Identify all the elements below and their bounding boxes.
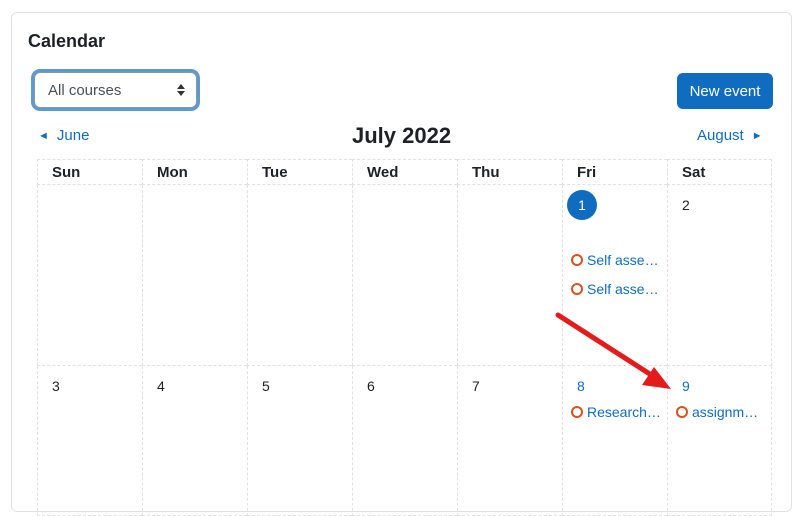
weekday-sun: Sun	[37, 159, 142, 185]
event-title: Self asse…	[587, 252, 659, 268]
day-cell-4[interactable]: 4	[142, 366, 247, 516]
day-cell-empty	[247, 185, 352, 366]
event-link[interactable]: Research…	[571, 404, 661, 420]
weekday-fri: Fri	[562, 159, 667, 185]
next-month-label: August	[697, 127, 744, 144]
day-cell-5[interactable]: 5	[247, 366, 352, 516]
event-link[interactable]: assignm…	[676, 404, 758, 420]
today-day-number[interactable]: 1	[567, 190, 597, 220]
day-cell-empty	[352, 185, 457, 366]
week-row: 1 Self asse… Self asse… 2	[37, 185, 772, 366]
day-cell-9[interactable]: 9 assignm…	[667, 366, 772, 516]
current-month-title: July 2022	[352, 123, 452, 148]
day-number-link[interactable]: 8	[577, 378, 585, 394]
event-title: Research…	[587, 404, 661, 420]
weekday-mon: Mon	[142, 159, 247, 185]
event-circle-icon	[571, 406, 583, 418]
weekday-tue: Tue	[247, 159, 352, 185]
day-number: 2	[682, 197, 690, 213]
day-cell-6[interactable]: 6	[352, 366, 457, 516]
previous-month-label: June	[56, 127, 90, 144]
day-number: 5	[262, 378, 270, 394]
previous-month-link[interactable]: ◄ June	[38, 127, 89, 144]
weekday-header: Sun Mon Tue Wed Thu Fri Sat	[37, 159, 772, 185]
day-number-link[interactable]: 9	[682, 378, 690, 394]
block-title: Calendar	[28, 31, 106, 51]
next-month-link[interactable]: August ►	[697, 127, 763, 144]
event-circle-icon	[571, 283, 583, 295]
event-title: Self asse…	[587, 281, 659, 297]
day-cell-2[interactable]: 2	[667, 185, 772, 366]
arrow-left-icon: ◄	[38, 129, 49, 142]
day-number: 4	[157, 378, 165, 394]
day-cell-empty	[457, 185, 562, 366]
day-cell-empty	[142, 185, 247, 366]
event-title: assignm…	[692, 404, 759, 420]
weekday-thu: Thu	[457, 159, 562, 185]
new-event-button[interactable]: New event	[677, 73, 773, 109]
course-filter-select[interactable]: All courses	[34, 72, 197, 108]
day-cell-empty	[37, 185, 142, 366]
course-filter-value: All courses	[48, 81, 122, 99]
weekday-wed: Wed	[352, 159, 457, 185]
day-number: 3	[52, 378, 60, 394]
month-grid: Sun Mon Tue Wed Thu Fri Sat 1 Self asse…	[37, 159, 772, 516]
event-link[interactable]: Self asse…	[571, 252, 659, 268]
event-link[interactable]: Self asse…	[571, 281, 659, 297]
day-cell-3[interactable]: 3	[37, 366, 142, 516]
event-circle-icon	[676, 406, 688, 418]
day-number: 6	[367, 378, 375, 394]
event-circle-icon	[571, 254, 583, 266]
day-cell-1[interactable]: 1 Self asse… Self asse…	[562, 185, 667, 366]
week-row: 3 4 5 6 7 8 Research… 9 assignm…	[37, 366, 772, 516]
select-caret-icon	[176, 83, 186, 97]
calendar-block: Calendar All courses New event ◄ June Ju…	[11, 12, 792, 516]
arrow-right-icon: ►	[751, 129, 763, 142]
weekday-sat: Sat	[667, 159, 772, 185]
day-cell-8[interactable]: 8 Research…	[562, 366, 667, 516]
day-number: 7	[472, 378, 480, 394]
day-cell-7[interactable]: 7	[457, 366, 562, 516]
